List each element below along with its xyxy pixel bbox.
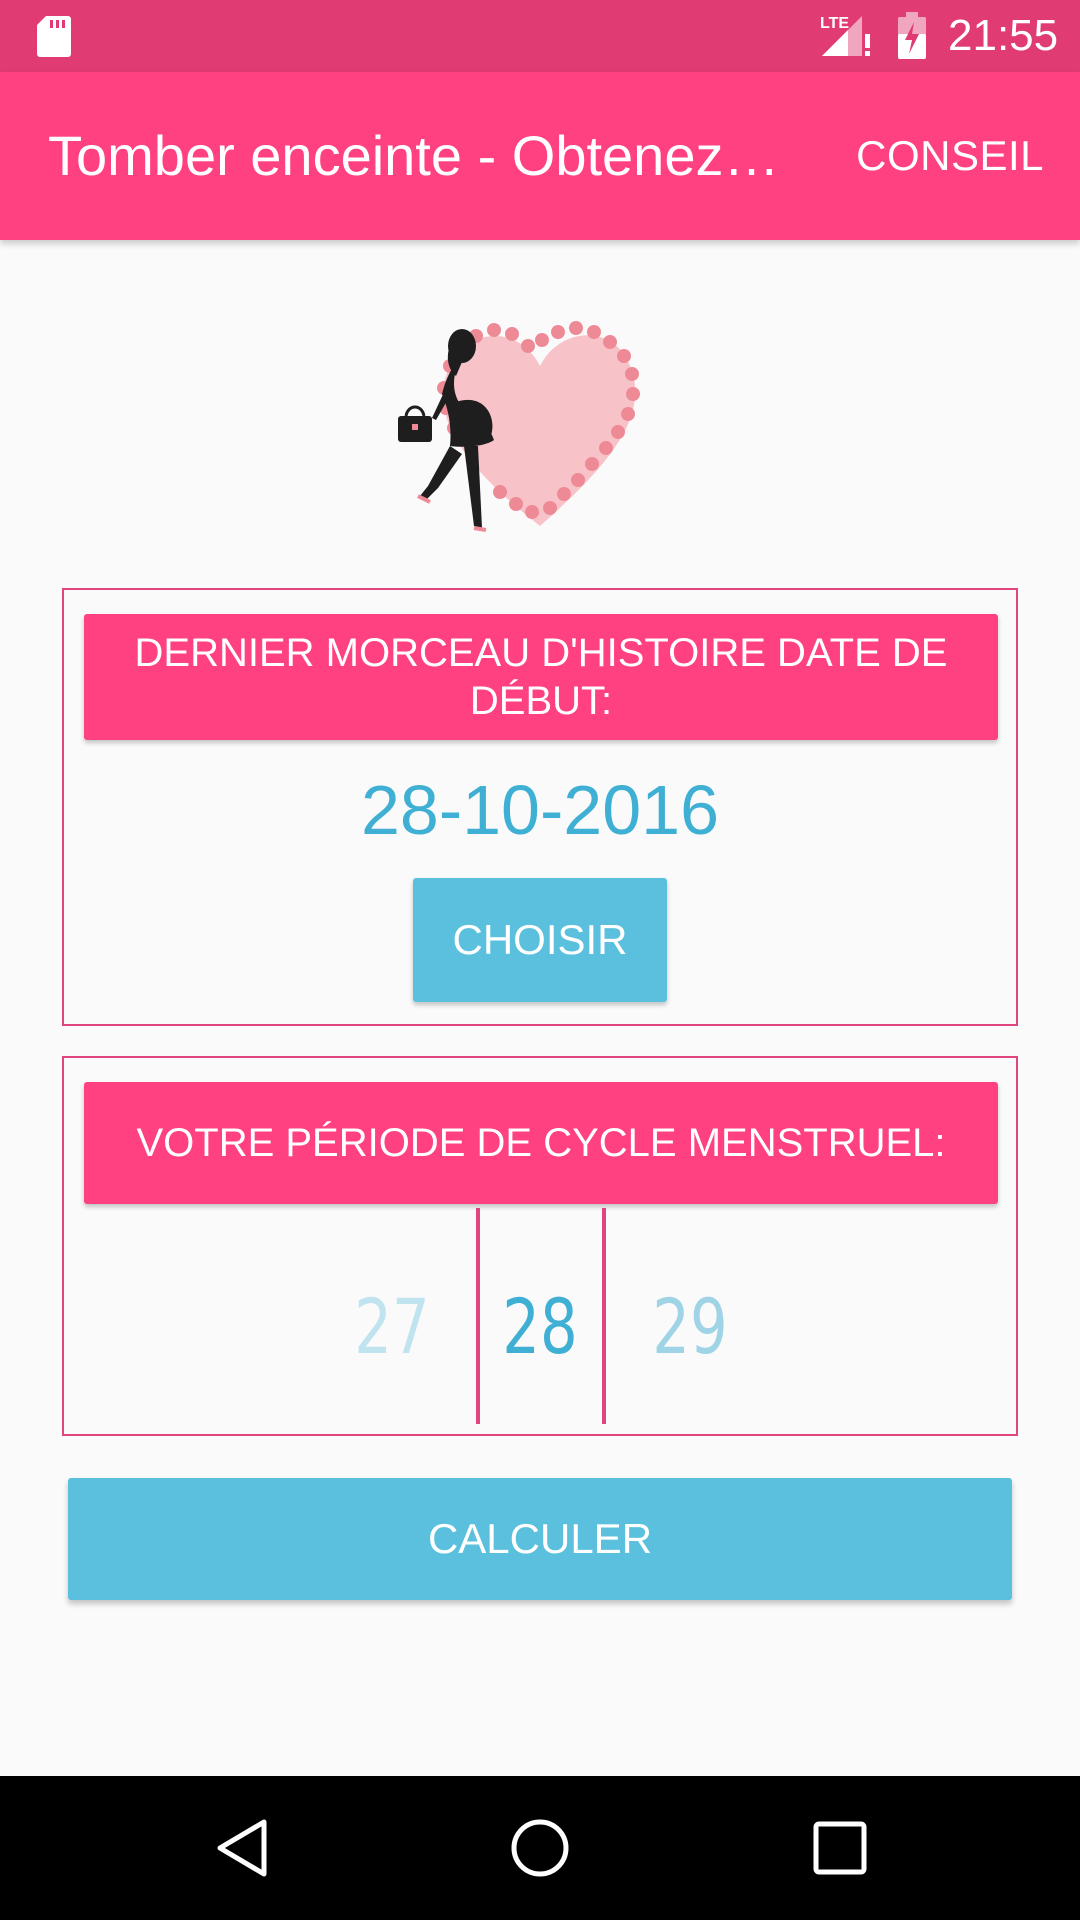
app-bar: Tomber enceinte - Obtenez… CONSEIL: [0, 72, 1080, 240]
pregnancy-heart-logo: [398, 321, 640, 532]
cycle-length-card: VOTRE PÉRIODE DE CYCLE MENSTRUEL: 27 28 …: [62, 1056, 1018, 1436]
signal-icon: LTE: [820, 15, 870, 56]
period-start-card: DERNIER MORCEAU D'HISTOIRE DATE DE DÉBUT…: [62, 588, 1018, 1026]
navigation-bar: [0, 1776, 1080, 1920]
lte-label: LTE: [820, 15, 849, 32]
cycle-length-header: VOTRE PÉRIODE DE CYCLE MENSTRUEL:: [84, 1082, 998, 1204]
choose-date-button[interactable]: CHOISIR: [413, 878, 667, 1002]
picker-next-value[interactable]: 29: [643, 1282, 737, 1372]
picker-divider-left: [476, 1208, 480, 1424]
clock: 21:55: [948, 11, 1059, 60]
picker-divider-right: [602, 1208, 606, 1424]
period-start-header: DERNIER MORCEAU D'HISTOIRE DATE DE DÉBUT…: [84, 614, 998, 740]
picker-current-value[interactable]: 28: [493, 1282, 587, 1372]
screen: LTE 21:55 Tomber enceinte - Obtenez… CON…: [0, 0, 1080, 1920]
period-start-date: 28-10-2016: [360, 771, 720, 849]
home-icon[interactable]: [504, 1812, 576, 1884]
conseil-button[interactable]: CONSEIL: [856, 130, 1044, 182]
recents-icon[interactable]: [804, 1812, 876, 1884]
status-bar: LTE 21:55: [0, 0, 1080, 72]
app-title: Tomber enceinte - Obtenez…: [48, 124, 780, 187]
back-icon[interactable]: [206, 1812, 278, 1884]
calculate-button[interactable]: CALCULER: [68, 1478, 1012, 1600]
battery-charging-icon: [898, 12, 926, 59]
picker-previous-value[interactable]: 27: [345, 1282, 439, 1372]
sd-card-icon: [37, 16, 71, 57]
